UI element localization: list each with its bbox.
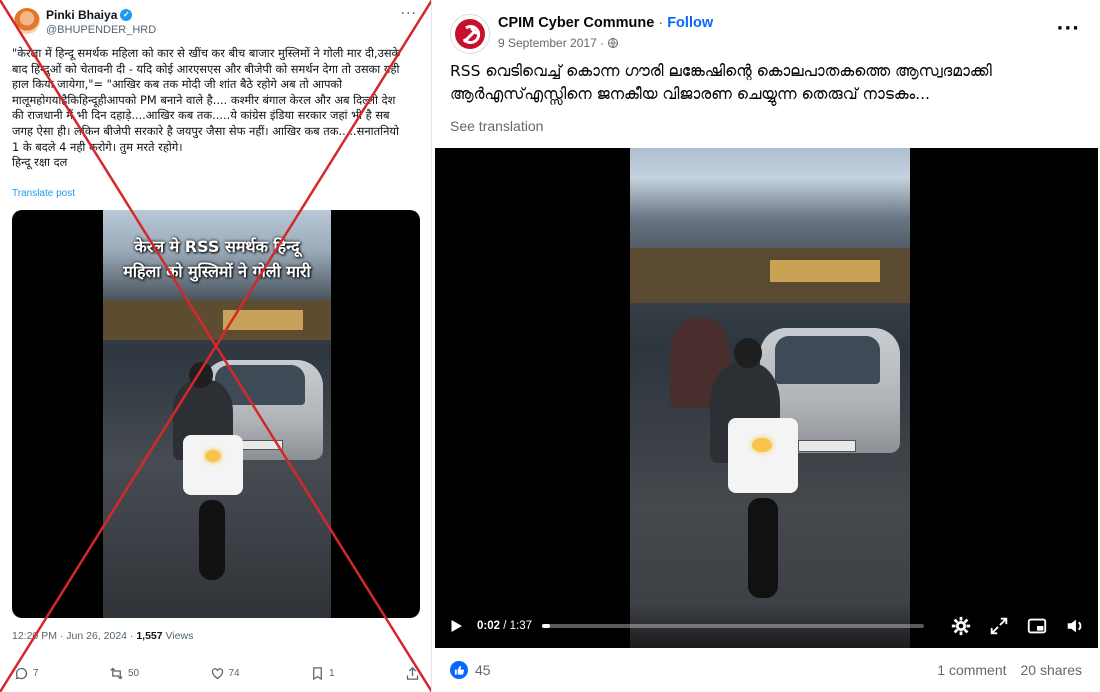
expand-icon[interactable] bbox=[988, 615, 1010, 637]
bike-tyre bbox=[199, 500, 225, 580]
picture-in-picture-icon[interactable] bbox=[1026, 615, 1048, 637]
video-frame bbox=[630, 148, 910, 648]
video-time-current: 0:02 bbox=[477, 620, 501, 632]
avatar[interactable] bbox=[14, 8, 40, 34]
post-header: CPIM Cyber Commune · Follow bbox=[498, 15, 713, 31]
settings-gear-icon[interactable] bbox=[950, 615, 972, 637]
verified-badge-icon: ✓ bbox=[120, 9, 133, 21]
page-avatar[interactable] bbox=[450, 14, 490, 54]
video-progress-fill bbox=[542, 624, 550, 628]
comment-count[interactable]: 1 comment bbox=[937, 662, 1006, 678]
video-caption: केरल मे RSS समर्थक हिन्दू महिला को मुस्ल… bbox=[103, 234, 331, 284]
views-count: 1,557 bbox=[136, 630, 163, 642]
number-plate bbox=[798, 440, 856, 452]
translate-post-link[interactable]: Translate post bbox=[12, 188, 75, 199]
reaction-count[interactable]: 45 bbox=[475, 662, 491, 678]
like-button[interactable]: 74 bbox=[210, 666, 240, 681]
reply-button[interactable]: 7 bbox=[14, 666, 39, 681]
hammer-sickle-logo-icon bbox=[455, 19, 485, 49]
rider-head bbox=[189, 362, 213, 388]
motorbike bbox=[728, 418, 798, 493]
video-time-separator: / bbox=[500, 620, 510, 632]
globe-icon bbox=[608, 38, 619, 48]
tweet-post: Pinki Bhaiya ✓ @BHUPENDER_HRD ··· "केरला… bbox=[0, 0, 432, 692]
video-time-total: 1:37 bbox=[509, 620, 533, 632]
page-name[interactable]: CPIM Cyber Commune bbox=[498, 15, 654, 31]
tweet-text: "केरला में हिन्दू समर्थक महिला को कार से… bbox=[12, 46, 401, 170]
shop-sign bbox=[770, 260, 880, 282]
see-translation-link[interactable]: See translation bbox=[450, 118, 543, 134]
shop-sign bbox=[223, 310, 303, 330]
post-date[interactable]: 9 September 2017 · bbox=[498, 36, 604, 50]
bookmark-icon bbox=[313, 666, 322, 680]
post-text: RSS വെടിവെച്ച് കൊന്ന ഗൗരി ലങ്കേഷിന്റെ കൊ… bbox=[450, 62, 992, 103]
tweet-author[interactable]: Pinki Bhaiya ✓ bbox=[46, 8, 133, 22]
facebook-video[interactable]: 0:02 / 1:37 bbox=[435, 148, 1098, 648]
tweet-actions: 7 50 74 1 bbox=[14, 662, 420, 684]
tweet-timestamp[interactable]: 12:20 PM · Jun 26, 2024 · bbox=[12, 630, 136, 642]
headlight bbox=[752, 438, 772, 452]
video-controls: 0:02 / 1:37 bbox=[435, 604, 1098, 648]
share-icon bbox=[406, 666, 419, 680]
tweet-video[interactable]: केरल मे RSS समर्थक हिन्दू महिला को मुस्ल… bbox=[12, 210, 420, 618]
repost-count: 50 bbox=[127, 667, 140, 679]
like-count: 74 bbox=[228, 667, 240, 679]
facebook-post: CPIM Cyber Commune · Follow 9 September … bbox=[432, 0, 1100, 692]
reply-count: 7 bbox=[33, 667, 39, 679]
play-icon[interactable] bbox=[447, 617, 465, 635]
display-name[interactable]: Pinki Bhaiya bbox=[46, 8, 117, 22]
bookmark-count: 1 bbox=[329, 667, 335, 679]
user-handle[interactable]: @BHUPENDER_HRD bbox=[46, 24, 156, 36]
video-time: 0:02 / 1:37 bbox=[477, 620, 532, 632]
rider-head bbox=[734, 338, 762, 368]
video-frame: केरल मे RSS समर्थक हिन्दू महिला को मुस्ल… bbox=[103, 210, 331, 618]
headlight bbox=[205, 450, 221, 462]
follow-button[interactable]: Follow bbox=[667, 15, 713, 31]
motorbike bbox=[183, 435, 243, 495]
bookmark-button[interactable]: 1 bbox=[310, 666, 335, 681]
more-options-icon[interactable]: ··· bbox=[1056, 18, 1080, 39]
post-date-row: 9 September 2017 · bbox=[498, 36, 619, 50]
repost-button[interactable]: 50 bbox=[109, 666, 139, 681]
share-count[interactable]: 20 shares bbox=[1021, 662, 1082, 678]
post-footer: 45 1 comment 20 shares bbox=[432, 656, 1100, 684]
reply-icon bbox=[15, 667, 28, 679]
heart-icon bbox=[211, 667, 223, 679]
volume-icon[interactable] bbox=[1064, 615, 1086, 637]
share-button[interactable] bbox=[405, 666, 420, 681]
thumbs-up-icon[interactable] bbox=[450, 661, 468, 679]
more-options-icon[interactable]: ··· bbox=[401, 6, 417, 22]
bike-tyre bbox=[748, 498, 778, 598]
video-caption-line2: महिला को मुस्लिमों ने गोली मारी bbox=[123, 262, 311, 281]
repost-icon bbox=[110, 667, 123, 679]
video-caption-line1: केरल मे RSS समर्थक हिन्दू bbox=[134, 237, 300, 256]
tweet-meta: 12:20 PM · Jun 26, 2024 · 1,557 Views bbox=[12, 630, 193, 642]
car-windshield bbox=[775, 336, 880, 384]
views-label: Views bbox=[162, 630, 194, 642]
video-progress-bar[interactable] bbox=[542, 624, 925, 628]
separator: · bbox=[654, 15, 668, 31]
